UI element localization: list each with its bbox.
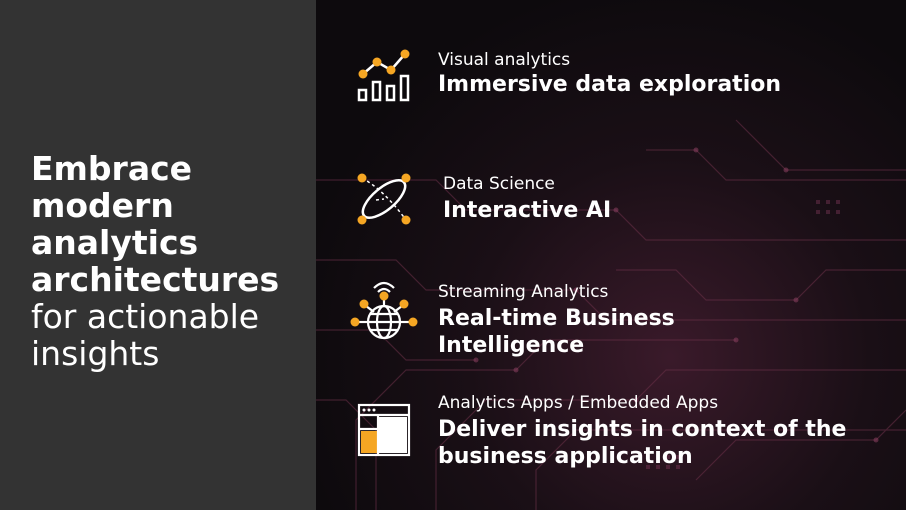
- globe-network-icon: [350, 281, 418, 340]
- feature-subtitle: Data Science: [443, 174, 555, 194]
- slide: Embrace modern analytics architectures f…: [0, 0, 906, 510]
- feature-title: Deliver insights in context of the busin…: [438, 417, 847, 469]
- feature-subtitle: Visual analytics: [438, 50, 571, 70]
- headline-line-1: Embrace: [31, 149, 193, 188]
- feature-subtitle: Analytics Apps / Embedded Apps: [438, 393, 719, 413]
- feature-title: Real-time Business Intelligence: [438, 306, 675, 358]
- app-window-icon: [357, 403, 411, 457]
- orbit-atom-icon: [357, 173, 411, 225]
- headline: Embrace modern analytics architectures f…: [31, 150, 311, 372]
- headline-line-4: architectures: [31, 260, 280, 299]
- feature-title: Immersive data exploration: [438, 72, 782, 97]
- headline-line-3: analytics: [31, 223, 199, 262]
- feature-title: Interactive AI: [443, 198, 612, 223]
- headline-line-2: modern: [31, 186, 174, 225]
- feature-subtitle: Streaming Analytics: [438, 282, 609, 302]
- left-panel: Embrace modern analytics architectures f…: [0, 0, 316, 510]
- bar-chart-trend-icon: [357, 49, 410, 102]
- headline-line-6: insights: [31, 334, 160, 373]
- headline-line-5: for actionable: [31, 297, 260, 336]
